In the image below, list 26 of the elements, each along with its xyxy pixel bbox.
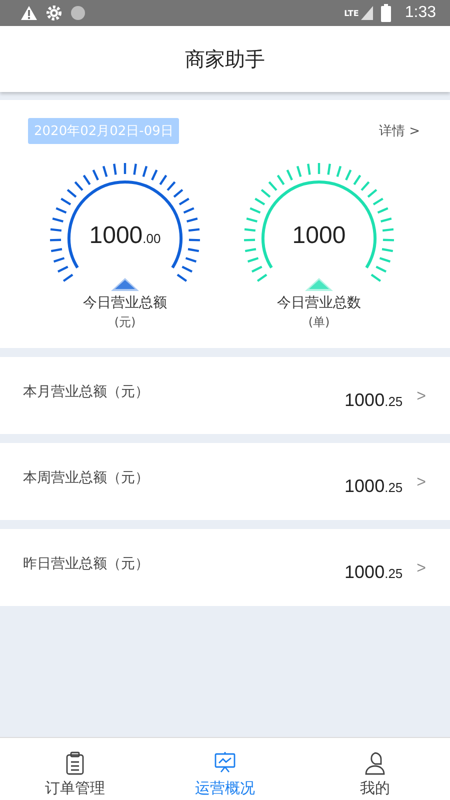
gauge-unit: (元): [114, 314, 136, 331]
row-label: 本月营业总额（元）: [23, 383, 149, 401]
person-icon: [364, 751, 386, 775]
chevron-icon: >: [416, 474, 426, 492]
signal-icon: [360, 6, 373, 20]
circle-icon: [70, 5, 86, 21]
battery-icon: [380, 4, 391, 22]
row-label: 本周营业总额（元）: [23, 469, 149, 487]
clipboard-icon: [65, 751, 85, 775]
chevron-icon: >: [416, 388, 426, 406]
network-label: LTE: [344, 8, 359, 18]
presentation-chart-icon: [214, 751, 236, 775]
nav-tab[interactable]: 我的: [300, 738, 450, 800]
gauge-label: 今日营业总数: [277, 294, 361, 312]
details-link[interactable]: 详情 >: [378, 122, 420, 140]
warning-icon: [20, 5, 38, 21]
row-label: 昨日营业总额（元）: [23, 555, 149, 573]
clock-time: 1:33: [404, 4, 436, 22]
gear-icon: [46, 5, 62, 21]
gauge-value: 1000: [291, 222, 347, 250]
page-title: 商家助手: [185, 46, 265, 72]
nav-tab[interactable]: 运营概况: [150, 738, 300, 800]
gauge-label: 今日营业总额: [83, 294, 167, 312]
chevron-icon: >: [416, 560, 426, 578]
gauge-unit: (单): [308, 314, 330, 331]
nav-tab[interactable]: 订单管理: [0, 738, 150, 800]
